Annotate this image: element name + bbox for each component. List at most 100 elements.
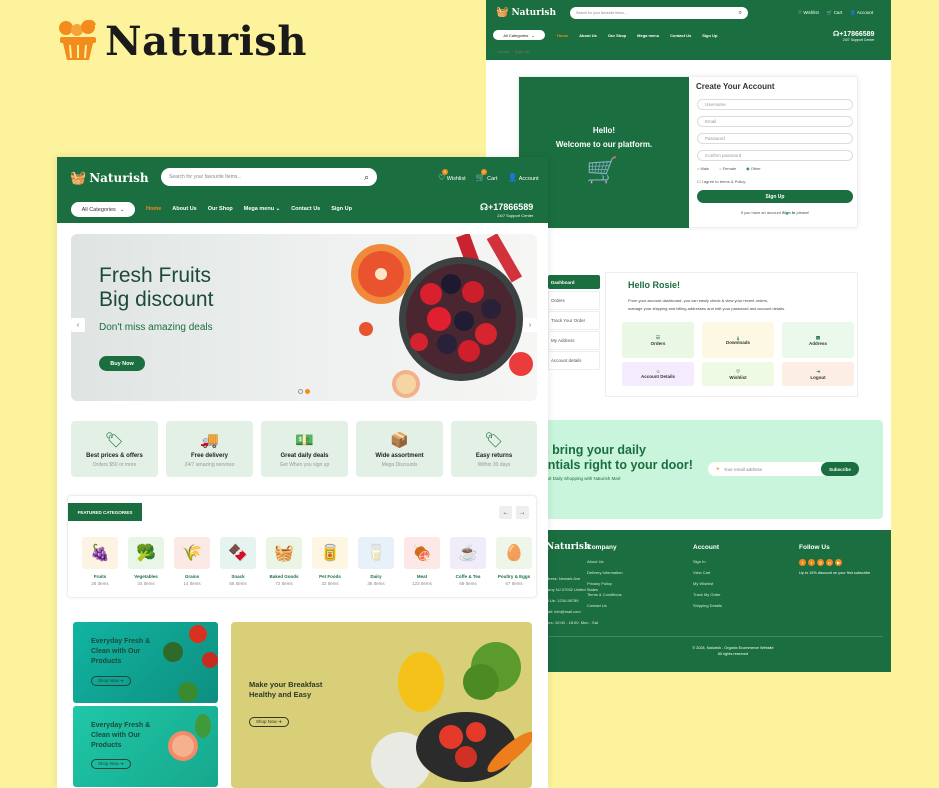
address-card[interactable]: ▤ Address — [782, 322, 854, 358]
twitter-icon[interactable]: t — [808, 559, 815, 566]
basket-logo-icon — [59, 19, 96, 60]
signin-link[interactable]: Sign In — [782, 210, 795, 215]
buy-now-button[interactable]: Buy Now — [99, 356, 145, 371]
footer-link[interactable]: View Cart — [693, 570, 722, 575]
facebook-icon[interactable]: f — [799, 559, 806, 566]
terms-checkbox[interactable]: ☐ I agree to terms & Policy. — [697, 179, 746, 184]
secondary-logo[interactable]: 🧺 Naturish — [496, 7, 556, 18]
account-link[interactable]: 👤 Account — [850, 10, 873, 16]
category-item[interactable]: 🥚 Poultry & Eggs 67 Items — [495, 537, 533, 586]
promo-shop-now-button[interactable]: Shop Now ➜ — [249, 717, 289, 727]
wishlist-card[interactable]: ♡ Wishlist — [702, 362, 774, 386]
feature-card: 💵 Great daily deals Get When you sign up — [261, 421, 348, 477]
nav-shop[interactable]: Our Shop — [608, 33, 626, 38]
wishlist-link[interactable]: ♡ Wishlist 0 — [438, 169, 466, 182]
secondary-search-input[interactable]: Search for your favourite Items... ⌕ — [570, 7, 748, 19]
footer-link[interactable]: Sign In — [693, 559, 722, 564]
footer-link[interactable]: My Wishlist — [693, 581, 722, 586]
category-name: Vegetables — [134, 574, 158, 579]
orders-card[interactable]: ☷ Orders — [622, 322, 694, 358]
breadcrumb: ⌂ Home / Sign Up — [495, 49, 530, 54]
dot[interactable] — [298, 389, 303, 394]
dash-menu-address[interactable]: My Address — [548, 331, 600, 350]
main-header: 🧺 Naturish Search for your favourite Ite… — [57, 157, 548, 223]
main-logo[interactable]: 🧺 Naturish — [70, 170, 149, 186]
password-field[interactable]: Password — [697, 133, 853, 144]
email-field[interactable]: Email — [697, 116, 853, 127]
category-item[interactable]: 🍇 Fruits 26 Items — [81, 537, 119, 586]
category-item[interactable]: 🥛 Dairy 36 Items — [357, 537, 395, 586]
dash-menu-track[interactable]: Track Your Order — [548, 311, 600, 330]
account-link[interactable]: 👤 Account — [508, 173, 539, 182]
secondary-categories-button[interactable]: All Categories ⌄ — [493, 30, 545, 40]
dash-menu-dashboard[interactable]: Dashboard — [548, 275, 600, 289]
main-phone: ☊+17866589 24/7 Support Center — [480, 202, 534, 218]
youtube-icon[interactable]: ▶ — [835, 559, 842, 566]
footer-link[interactable]: About Us — [587, 559, 623, 564]
main-categories-button[interactable]: All Categories ⌄ — [71, 202, 135, 217]
nav-contact[interactable]: Contact Us — [670, 33, 691, 38]
category-item[interactable]: 🍖 Meat 123 Items — [403, 537, 441, 586]
logout-card[interactable]: ⇥ Logout — [782, 362, 854, 386]
dash-menu-orders[interactable]: Orders — [548, 291, 600, 310]
category-item[interactable]: 🍫 Snack 56 Items — [219, 537, 257, 586]
confirm-password-field[interactable]: Confirm password — [697, 150, 853, 161]
category-icon: 🥛 — [358, 537, 394, 569]
category-name: Snack — [231, 574, 245, 579]
promo-shop-now-button[interactable]: Shop Now ➜ — [91, 759, 131, 769]
nav-signup[interactable]: Sign Up — [331, 206, 352, 212]
footer-link[interactable]: Terms & Conditions — [587, 592, 623, 597]
nav-about[interactable]: About Us — [172, 206, 196, 212]
footer-link[interactable]: Contact Us — [587, 603, 623, 608]
category-item[interactable]: 🥦 Vegetables 34 Items — [127, 537, 165, 586]
promo-shop-now-button[interactable]: Shop Now ➜ — [91, 676, 131, 686]
categories-prev-arrow[interactable]: ← — [499, 506, 512, 519]
nav-mega[interactable]: Mega menu ⌄ — [244, 206, 280, 212]
category-item[interactable]: ☕ Coffe & Tea 69 Items — [449, 537, 487, 586]
footer-link[interactable]: Shipping Details — [693, 603, 722, 608]
category-item[interactable]: 🥫 Pet Foods 32 Items — [311, 537, 349, 586]
footer-link[interactable]: Track My Order — [693, 592, 722, 597]
promo-title: Everyday Fresh & Clean with Our Products — [91, 722, 151, 749]
radio-other[interactable]: ◉ Other — [746, 166, 761, 171]
footer-link[interactable]: Privacy Policy — [587, 581, 623, 586]
dash-menu-account[interactable]: Account details — [548, 351, 600, 370]
nav-mega[interactable]: Mega menu — [637, 33, 659, 38]
categories-row: 🍇 Fruits 26 Items 🥦 Vegetables 34 Items 🌾 Grain… — [81, 537, 533, 586]
subscribe-button[interactable]: Subscribe — [821, 462, 859, 476]
category-count: 26 Items — [91, 581, 109, 586]
feature-card: 📦 Wide assortment Mega Discounts — [356, 421, 443, 477]
categories-next-arrow[interactable]: → — [516, 506, 529, 519]
nav-home[interactable]: Home — [557, 33, 568, 38]
nav-home[interactable]: Home — [146, 206, 161, 212]
nav-contact[interactable]: Contact Us — [291, 206, 320, 212]
dashboard-menu: Dashboard Orders Track Your Order My Add… — [548, 275, 600, 370]
hero-next-arrow[interactable]: › — [523, 318, 537, 332]
spacer — [548, 520, 891, 530]
main-search-input[interactable]: Search for your favourite Items... ⌕ — [161, 168, 377, 186]
pinterest-icon[interactable]: p — [826, 559, 833, 566]
radio-female[interactable]: ○ Female — [719, 166, 736, 171]
category-item[interactable]: 🧺 Baked Goods 72 Items — [265, 537, 303, 586]
username-field[interactable]: Username — [697, 99, 853, 110]
hero-prev-arrow[interactable]: ‹ — [71, 318, 85, 332]
featured-label: FEATURED CATEGORIES — [68, 503, 142, 521]
nav-about[interactable]: About Us — [579, 33, 597, 38]
dashboard-content: Hello Rosie! From your account dashboard… — [605, 272, 858, 397]
account-details-card[interactable]: ☺ Account Details — [622, 362, 694, 386]
category-count: 123 Items — [412, 581, 432, 586]
radio-male[interactable]: ○ Male — [697, 166, 709, 171]
signup-button[interactable]: Sign Up — [697, 190, 853, 203]
instagram-icon[interactable]: ◎ — [817, 559, 824, 566]
cart-link[interactable]: 🛒 Cart 0 — [476, 169, 498, 182]
signin-prompt: If you have an account Sign In please! — [740, 210, 810, 215]
wishlist-link[interactable]: ♡ Wishlist — [798, 10, 819, 16]
category-item[interactable]: 🌾 Grains 14 Items — [173, 537, 211, 586]
cart-link[interactable]: 🛒 Cart — [827, 10, 842, 16]
money-icon: 💵 — [295, 431, 314, 449]
nav-shop[interactable]: Our Shop — [208, 206, 233, 212]
downloads-card[interactable]: ⤓ Downloads — [702, 322, 774, 358]
nav-signup[interactable]: Sign Up — [702, 33, 717, 38]
dot-active[interactable] — [305, 389, 310, 394]
footer-link[interactable]: Delivery Information — [587, 570, 623, 575]
